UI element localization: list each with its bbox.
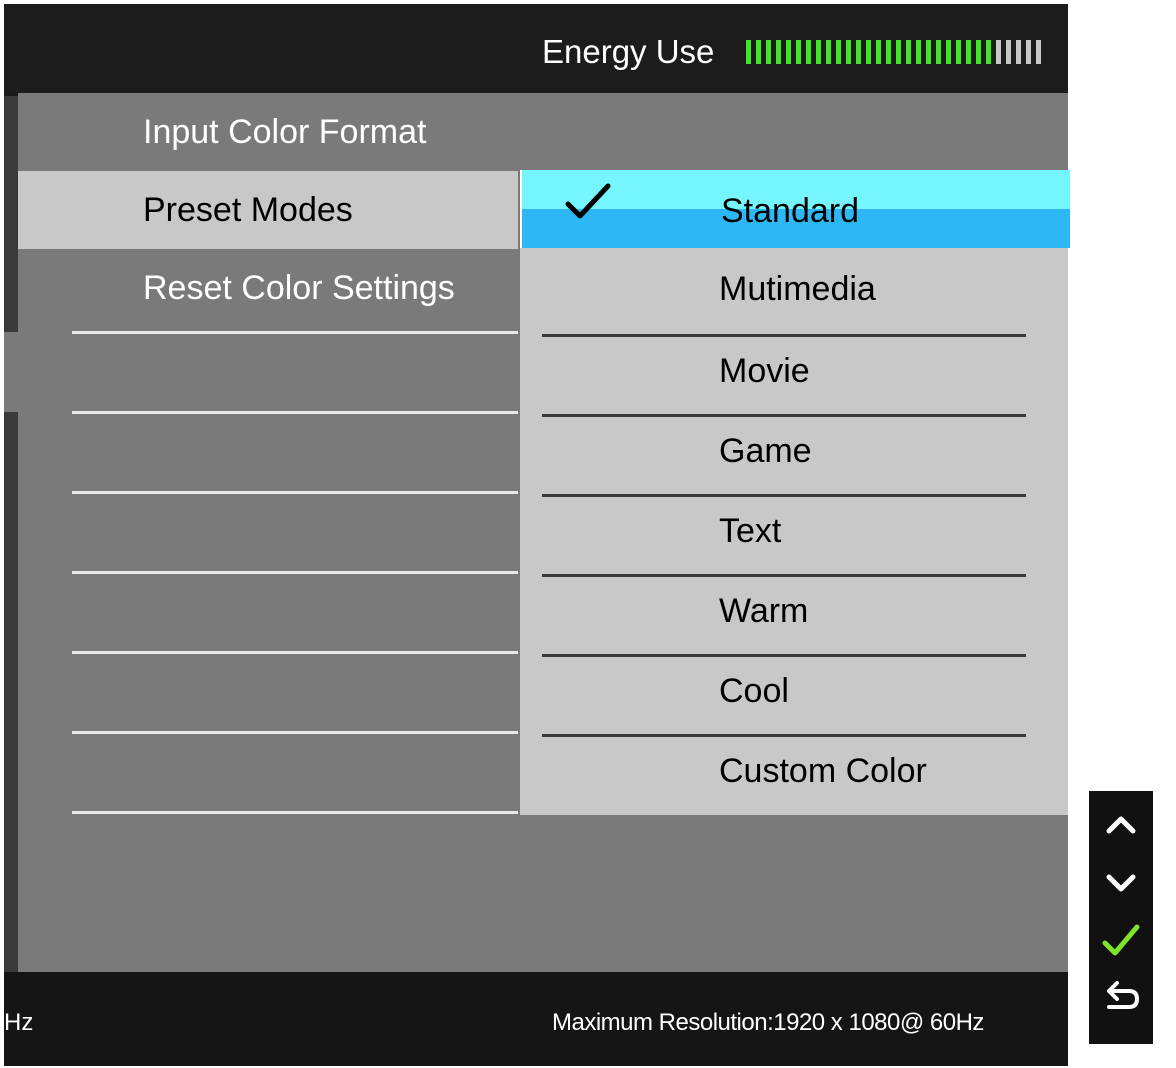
energy-meter-segment <box>1036 40 1041 64</box>
energy-meter-segment <box>996 40 1001 64</box>
option-label: Custom Color <box>719 752 927 790</box>
energy-meter-segment <box>816 40 821 64</box>
option-warm[interactable]: Warm <box>520 570 1068 648</box>
menu-item-reset-color-settings[interactable]: Reset Color Settings <box>18 249 518 327</box>
menu-item-label: Preset Modes <box>143 191 353 229</box>
energy-meter-segment <box>906 40 911 64</box>
option-text[interactable]: Text <box>520 490 1068 568</box>
energy-meter-segment <box>796 40 801 64</box>
submenu-divider <box>542 494 1026 497</box>
preset-modes-submenu: Standard Mutimedia Movie Game Text Warm … <box>520 170 1070 815</box>
energy-meter-segment <box>1006 40 1011 64</box>
energy-meter-segment <box>846 40 851 64</box>
energy-meter-segment <box>786 40 791 64</box>
menu-divider <box>72 731 518 734</box>
energy-meter-segment <box>866 40 871 64</box>
back-arrow-icon[interactable] <box>1097 977 1145 1025</box>
energy-meter-segment <box>756 40 761 64</box>
energy-meter-segment <box>926 40 931 64</box>
energy-use-label: Energy Use <box>542 33 715 70</box>
menu-item-preset-modes[interactable]: Preset Modes <box>18 171 518 249</box>
chevron-down-icon[interactable] <box>1097 859 1145 907</box>
submenu-divider <box>542 734 1026 737</box>
energy-meter-segment <box>1026 40 1031 64</box>
option-standard[interactable]: Standard <box>520 170 1070 248</box>
energy-meter-segment <box>916 40 921 64</box>
check-icon[interactable] <box>1097 917 1145 965</box>
energy-meter-segment <box>956 40 961 64</box>
left-edge-strip <box>4 332 18 412</box>
energy-meter-segment <box>986 40 991 64</box>
energy-meter-segment <box>976 40 981 64</box>
energy-meter-segment <box>1016 40 1021 64</box>
osd-window: Energy Use Input Color Format Preset Mod… <box>4 4 1070 1066</box>
energy-meter-segment <box>746 40 751 64</box>
menu-item-input-color-format[interactable]: Input Color Format <box>18 93 518 171</box>
chevron-up-icon[interactable] <box>1097 801 1145 849</box>
energy-meter-segment <box>896 40 901 64</box>
option-custom-color[interactable]: Custom Color <box>520 730 1068 808</box>
energy-meter-segment <box>806 40 811 64</box>
refresh-rate-text: Hz <box>4 1009 34 1036</box>
energy-meter-segment <box>876 40 881 64</box>
option-label: Mutimedia <box>719 270 876 308</box>
submenu-divider <box>542 654 1026 657</box>
submenu-divider <box>542 414 1026 417</box>
energy-meter-segment <box>856 40 861 64</box>
option-mutimedia[interactable]: Mutimedia <box>520 248 1068 326</box>
energy-meter-segment <box>776 40 781 64</box>
energy-meter-segment <box>946 40 951 64</box>
max-resolution-text: Maximum Resolution:1920 x 1080@ 60Hz <box>552 1009 984 1036</box>
left-edge-strip <box>4 412 18 972</box>
menu-item-label: Input Color Format <box>143 113 427 151</box>
energy-meter-segment <box>886 40 891 64</box>
submenu-divider <box>542 334 1026 337</box>
option-movie[interactable]: Movie <box>520 330 1068 408</box>
option-label: Movie <box>719 352 810 390</box>
menu-divider <box>72 651 518 654</box>
option-label: Warm <box>719 592 809 630</box>
osd-nav-buttons <box>1089 791 1153 1044</box>
option-label: Game <box>719 432 812 470</box>
option-label: Text <box>719 512 782 550</box>
option-game[interactable]: Game <box>520 410 1068 488</box>
energy-meter-segment <box>836 40 841 64</box>
check-icon <box>565 183 611 219</box>
energy-meter-segment <box>826 40 831 64</box>
menu-divider <box>72 331 518 334</box>
energy-use-meter <box>746 40 1046 64</box>
menu-divider <box>72 811 518 814</box>
menu-divider <box>72 571 518 574</box>
option-cool[interactable]: Cool <box>520 650 1068 728</box>
energy-meter-segment <box>966 40 971 64</box>
top-bar: Energy Use <box>4 4 1068 93</box>
energy-meter-segment <box>936 40 941 64</box>
left-edge-strip <box>4 96 18 332</box>
option-label: Standard <box>721 192 859 230</box>
menu-divider <box>72 491 518 494</box>
menu-divider <box>72 411 518 414</box>
option-label: Cool <box>719 672 789 710</box>
menu-item-label: Reset Color Settings <box>143 269 455 307</box>
energy-meter-segment <box>766 40 771 64</box>
submenu-divider <box>542 574 1026 577</box>
